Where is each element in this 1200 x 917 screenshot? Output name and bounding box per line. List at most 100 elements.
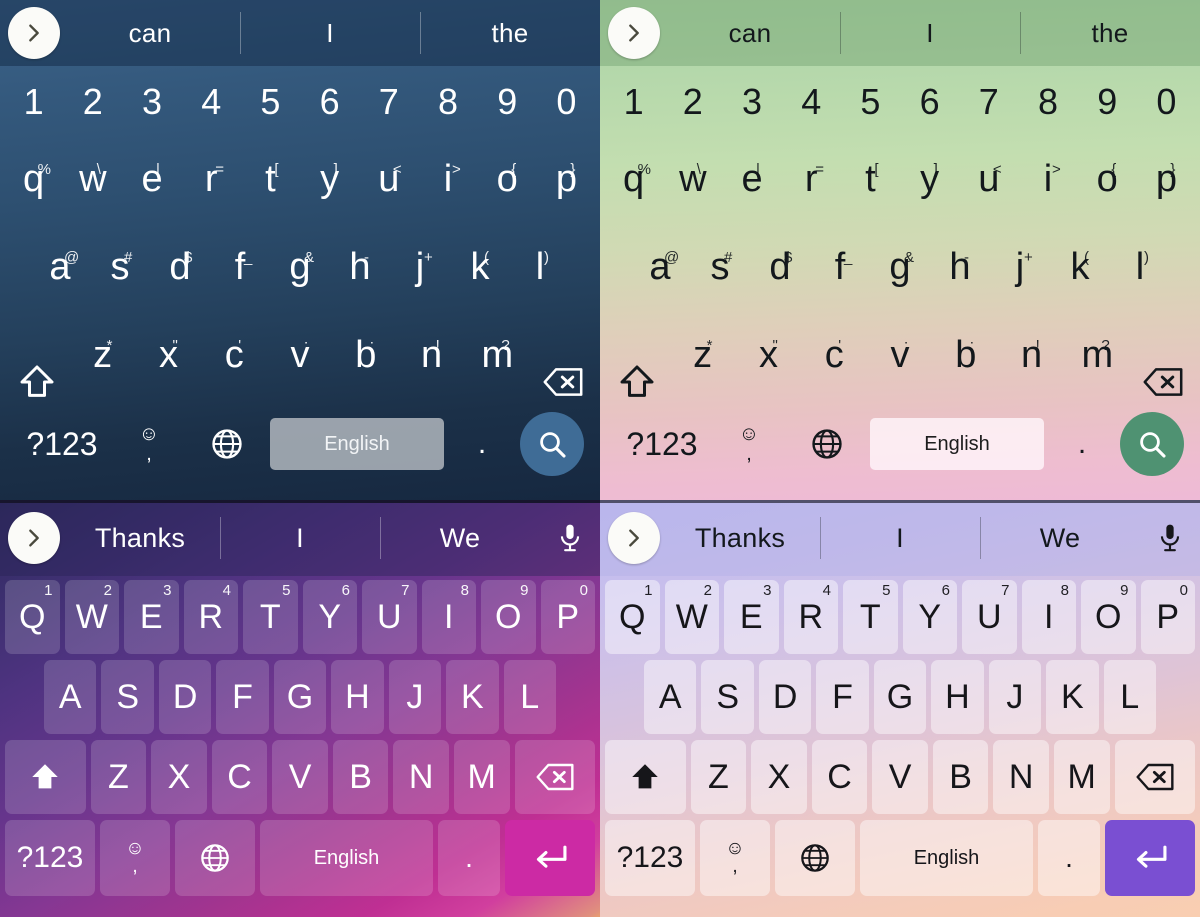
key-c[interactable]: ' c (801, 336, 867, 402)
key-t[interactable]: 5T (243, 580, 298, 654)
key-s[interactable]: S (701, 660, 754, 734)
key-7[interactable]: 7 (959, 66, 1018, 138)
key-7[interactable]: 7 (359, 66, 418, 138)
key-n[interactable]: ! n (999, 336, 1065, 402)
key-6[interactable]: 6 (300, 66, 359, 138)
key-f[interactable]: _ f (810, 248, 870, 314)
key-j[interactable]: J (988, 660, 1042, 734)
key-e[interactable]: | e (722, 160, 781, 226)
key-v[interactable]: :v (867, 336, 933, 402)
expand-suggestions-button[interactable] (608, 512, 660, 564)
search-key[interactable] (1120, 412, 1184, 476)
emoji-comma-key[interactable]: ☺ , (700, 820, 770, 896)
shift-key[interactable] (604, 362, 670, 402)
key-r[interactable]: 4R (183, 580, 238, 654)
key-k[interactable]: (k (450, 248, 510, 314)
key-k[interactable]: K (1046, 660, 1099, 734)
voice-input-button[interactable] (1140, 523, 1200, 553)
key-i[interactable]: 8I (1021, 580, 1076, 654)
suggestion-item[interactable]: Thanks (60, 523, 220, 554)
key-z[interactable]: * z (70, 336, 136, 402)
key-p[interactable]: } p (537, 160, 596, 226)
search-key[interactable] (520, 412, 584, 476)
key-c[interactable]: C (211, 740, 268, 814)
key-m[interactable]: M (453, 740, 510, 814)
expand-suggestions-button[interactable] (608, 7, 660, 59)
key-b[interactable]: B (932, 740, 989, 814)
key-2[interactable]: 2 (663, 66, 722, 138)
period-key[interactable]: . (1044, 427, 1120, 461)
key-e[interactable]: | e (122, 160, 181, 226)
key-p[interactable]: } p (1137, 160, 1196, 226)
period-key[interactable]: . (1038, 820, 1100, 896)
key-a[interactable]: A (44, 660, 97, 734)
key-p[interactable]: 0P (1140, 580, 1195, 654)
key-d[interactable]: $ d (150, 248, 210, 314)
key-v[interactable]: :v (267, 336, 333, 402)
key-a[interactable]: @ a (630, 248, 690, 314)
symbols-key[interactable]: ?123 (5, 820, 95, 896)
symbols-key[interactable]: ?123 (610, 426, 714, 463)
suggestion-item[interactable]: I (820, 523, 980, 554)
key-q[interactable]: 1Q (605, 580, 660, 654)
key-j[interactable]: + j (390, 248, 450, 314)
key-k[interactable]: (k (1050, 248, 1110, 314)
key-w[interactable]: \ w (663, 160, 722, 226)
key-8[interactable]: 8 (1018, 66, 1077, 138)
key-v[interactable]: V (872, 740, 928, 814)
key-9[interactable]: 9 (478, 66, 537, 138)
suggestion-item[interactable]: can (660, 18, 840, 49)
key-1[interactable]: 1 (604, 66, 663, 138)
suggestion-item[interactable]: We (980, 523, 1140, 554)
enter-key[interactable] (505, 820, 595, 896)
key-9[interactable]: 9 (1078, 66, 1137, 138)
symbols-key[interactable]: ?123 (605, 820, 695, 896)
space-key[interactable]: English (260, 820, 433, 896)
key-w[interactable]: 2W (664, 580, 719, 654)
key-2[interactable]: 2 (63, 66, 122, 138)
emoji-comma-key[interactable]: ☺ , (114, 424, 184, 464)
key-r[interactable]: = r (782, 160, 841, 226)
shift-key[interactable] (5, 740, 86, 814)
key-g[interactable]: G (273, 660, 327, 734)
key-a[interactable]: A (644, 660, 697, 734)
key-z[interactable]: * z (670, 336, 736, 402)
key-t[interactable]: 5T (843, 580, 898, 654)
key-h[interactable]: -h (330, 248, 390, 314)
key-5[interactable]: 5 (841, 66, 900, 138)
key-y[interactable]: 6Y (902, 580, 957, 654)
key-q[interactable]: 1Q (5, 580, 60, 654)
key-i[interactable]: > i (1018, 160, 1077, 226)
key-s[interactable]: # s (90, 248, 150, 314)
backspace-key[interactable] (514, 740, 596, 814)
key-u[interactable]: 7U (962, 580, 1017, 654)
key-x[interactable]: " x (136, 336, 202, 402)
space-key[interactable]: English (270, 418, 444, 470)
key-y[interactable]: 6Y (302, 580, 357, 654)
key-e[interactable]: 3E (724, 580, 779, 654)
suggestion-item[interactable]: I (240, 18, 420, 49)
language-switch-key[interactable] (784, 427, 870, 461)
suggestion-item[interactable]: We (380, 523, 540, 554)
key-r[interactable]: = r (182, 160, 241, 226)
key-d[interactable]: D (758, 660, 812, 734)
key-d[interactable]: $ d (750, 248, 810, 314)
key-x[interactable]: " x (736, 336, 802, 402)
key-r[interactable]: 4R (783, 580, 838, 654)
key-e[interactable]: 3E (124, 580, 179, 654)
suggestion-item[interactable]: the (420, 18, 600, 49)
enter-key[interactable] (1105, 820, 1195, 896)
key-n[interactable]: N (393, 740, 449, 814)
key-4[interactable]: 4 (782, 66, 841, 138)
key-f[interactable]: F (816, 660, 869, 734)
language-switch-key[interactable] (775, 820, 855, 896)
key-p[interactable]: 0P (540, 580, 595, 654)
key-3[interactable]: 3 (722, 66, 781, 138)
key-m[interactable]: ? m (1064, 336, 1130, 402)
emoji-comma-key[interactable]: ☺ , (714, 424, 784, 464)
key-m[interactable]: M (1053, 740, 1110, 814)
shift-key[interactable] (605, 740, 686, 814)
key-y[interactable]: ] y (300, 160, 359, 226)
key-w[interactable]: 2W (64, 580, 119, 654)
space-key[interactable]: English (870, 418, 1044, 470)
